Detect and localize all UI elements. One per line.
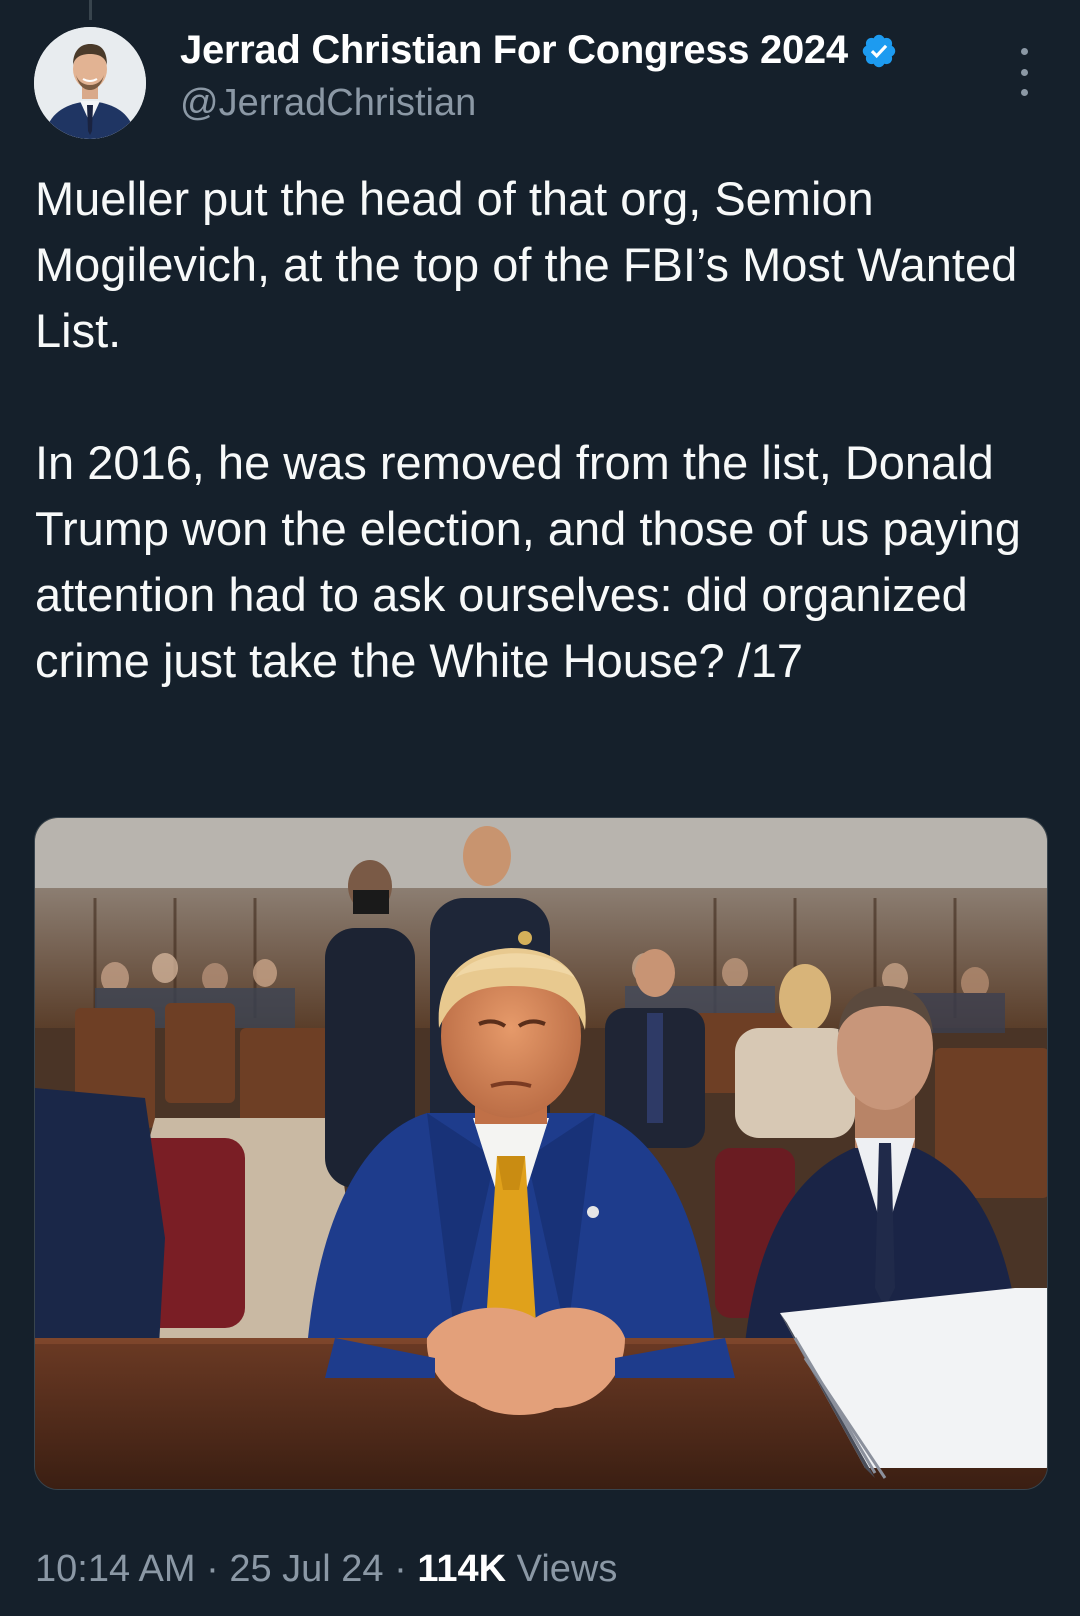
more-options-dot xyxy=(1020,89,1028,96)
meta-separator: · xyxy=(206,1548,219,1590)
tweet-meta: 10:14 AM · 25 Jul 24 · 114K Views xyxy=(35,1548,617,1591)
tweet-text: Mueller put the head of that org, Semion… xyxy=(35,172,1021,687)
thread-connector-line xyxy=(89,0,92,20)
more-options-icon[interactable] xyxy=(1010,48,1038,96)
author-handle[interactable]: @JerradChristian xyxy=(180,82,476,125)
tweet-time[interactable]: 10:14 AM xyxy=(35,1548,196,1590)
meta-separator: · xyxy=(394,1548,407,1590)
more-options-dot xyxy=(1020,48,1028,55)
more-options-dot xyxy=(1020,68,1028,76)
author-display-name[interactable]: Jerrad Christian For Congress 2024 xyxy=(180,28,848,73)
views-count[interactable]: 114K xyxy=(417,1548,506,1590)
verified-badge-icon xyxy=(860,32,898,70)
tweet-photo[interactable] xyxy=(34,817,1048,1490)
avatar-photo xyxy=(34,27,146,139)
tweet-date[interactable]: 25 Jul 24 xyxy=(229,1548,383,1590)
views-label: Views xyxy=(516,1548,618,1590)
author-name-row: Jerrad Christian For Congress 2024 xyxy=(180,28,898,73)
avatar[interactable] xyxy=(34,27,146,139)
courtroom-photo xyxy=(35,818,1047,1489)
